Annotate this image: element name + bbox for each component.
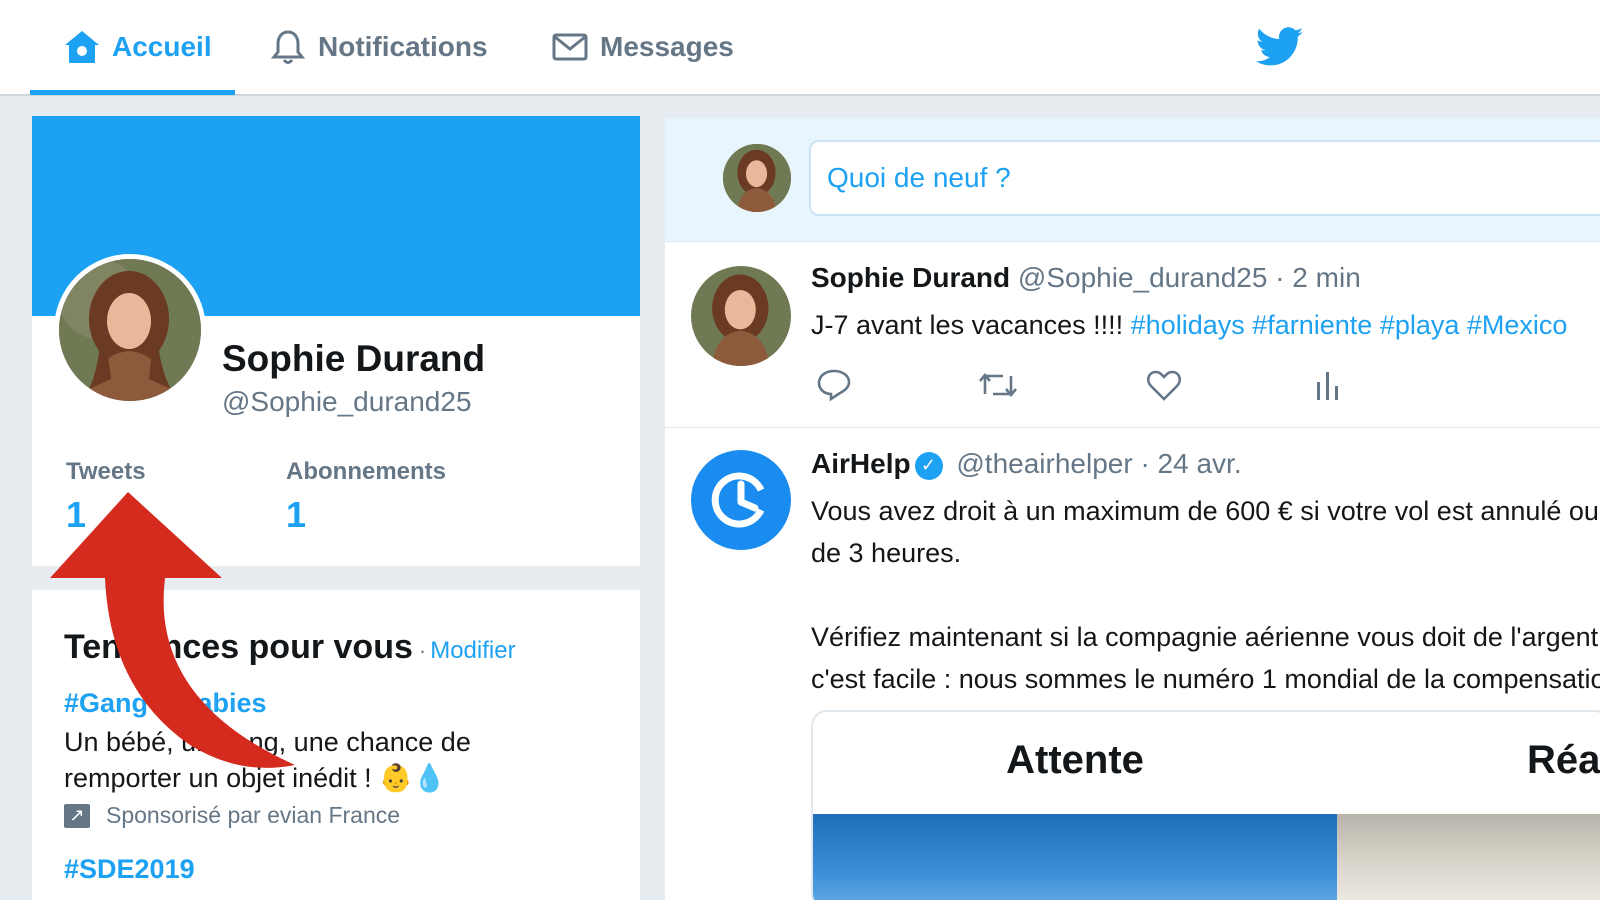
bell-icon [268, 27, 308, 67]
tweet-text-line: Vous avez droit à un maximum de 600 € si… [811, 496, 1600, 526]
reply-icon [816, 368, 852, 407]
tweet-hashtags[interactable]: #holidays #farniente #playa #Mexico [1131, 310, 1568, 340]
tweet-author-handle[interactable]: @Sophie_durand25 [1018, 262, 1268, 293]
tab-home-label: Accueil [112, 31, 212, 62]
avatar[interactable] [54, 254, 206, 406]
promoted-icon: ↗ [64, 803, 90, 828]
tab-notifications[interactable]: Notifications [268, 0, 488, 94]
compose-input[interactable] [809, 140, 1600, 216]
like-button[interactable] [1143, 366, 1185, 408]
tweet-header: AirHelp ✓ @theairhelper · 24 avr. [811, 448, 1242, 480]
trends-card: Tendances pour vous · Modifier #GangOfBabi… [32, 590, 640, 900]
tweet-text-spacer [811, 574, 1600, 616]
card-left-panel: Attente [813, 712, 1337, 900]
tweet-time[interactable]: · 24 avr. [1140, 448, 1241, 479]
tweet-time[interactable]: · 2 min [1275, 262, 1361, 293]
profile-handle[interactable]: @Sophie_durand25 [222, 386, 472, 418]
stat-following-label: Abonnements [286, 458, 447, 485]
profile-card: Sophie Durand @Sophie_durand25 Tweets 1 … [32, 116, 640, 566]
heart-icon [1146, 368, 1182, 407]
trends-separator: · [418, 638, 427, 663]
promoted-text: Sponsorisé par evian France [106, 802, 401, 828]
verified-badge-icon: ✓ [914, 451, 943, 480]
trend-item-tag[interactable]: #SDE2019 [64, 854, 195, 885]
avatar[interactable] [691, 450, 791, 550]
reply-button[interactable] [813, 366, 855, 408]
analytics-icon [1313, 368, 1343, 407]
stat-tweets[interactable]: Tweets 1 [66, 458, 146, 536]
analytics-button[interactable] [1307, 366, 1349, 408]
tweet-text-line: c'est facile : nous sommes le numéro 1 m… [811, 664, 1600, 694]
trend-item-tag[interactable]: #GangOfBabies [64, 688, 267, 719]
tweet[interactable]: Sophie Durand @Sophie_durand25 · 2 min J… [665, 242, 1600, 428]
stat-tweets-count: 1 [66, 494, 87, 535]
card-left-title: Attente [1006, 738, 1144, 782]
tab-messages[interactable]: Messages [550, 0, 734, 94]
stat-following[interactable]: Abonnements 1 [286, 458, 446, 536]
card-right-image [1337, 814, 1600, 900]
retweet-button[interactable] [977, 366, 1019, 408]
tab-messages-label: Messages [600, 31, 734, 62]
profile-name[interactable]: Sophie Durand [222, 338, 485, 380]
promoted-label: ↗ Sponsorisé par evian France [64, 802, 400, 829]
home-icon [62, 27, 102, 67]
tweet-author-name[interactable]: Sophie Durand [811, 262, 1010, 293]
tweet-composer [665, 118, 1600, 242]
card-right-title: Réalité [1527, 738, 1600, 782]
card-right-panel: Réalité [1337, 712, 1600, 900]
twitter-bird-icon[interactable] [1255, 26, 1304, 68]
tweet-text: J-7 avant les vacances !!!! #holidays #f… [811, 304, 1600, 346]
stat-following-count: 1 [286, 494, 307, 535]
retweet-icon [977, 368, 1019, 407]
tweet-text-line: Vérifiez maintenant si la compagnie aéri… [811, 622, 1600, 652]
avatar[interactable] [691, 266, 791, 366]
tweet-text-main: J-7 avant les vacances !!!! [811, 310, 1131, 340]
avatar[interactable] [723, 144, 791, 212]
tweet-text-line: de 3 heures. [811, 538, 962, 568]
trend-item-description[interactable]: Un bébé, un gang, une chance de remporte… [64, 724, 584, 796]
trends-modify-link[interactable]: Modifier [430, 637, 515, 664]
stat-tweets-label: Tweets [66, 458, 146, 485]
active-tab-indicator [30, 90, 235, 95]
tweet-text: Vous avez droit à un maximum de 600 € si… [811, 490, 1600, 700]
tweet-header: Sophie Durand @Sophie_durand25 · 2 min [811, 262, 1361, 294]
card-left-image [813, 814, 1337, 900]
tweet-actions [813, 366, 1373, 408]
timeline: Sophie Durand @Sophie_durand25 · 2 min J… [665, 118, 1600, 900]
tab-notifications-label: Notifications [318, 31, 488, 62]
tab-home[interactable]: Accueil [62, 0, 212, 94]
media-card[interactable]: Attente Réalité [811, 710, 1600, 900]
tweet-author-name[interactable]: AirHelp [811, 448, 911, 479]
mail-icon [550, 27, 590, 67]
trends-title-text: Tendances pour vous [64, 628, 413, 666]
tweet-author-handle[interactable]: @theairhelper [956, 448, 1132, 479]
trends-title: Tendances pour vous · Modifier [64, 628, 516, 667]
tweet[interactable]: AirHelp ✓ @theairhelper · 24 avr. Vous av… [665, 428, 1600, 900]
top-navigation: Accueil Notifications Messages [0, 0, 1600, 96]
